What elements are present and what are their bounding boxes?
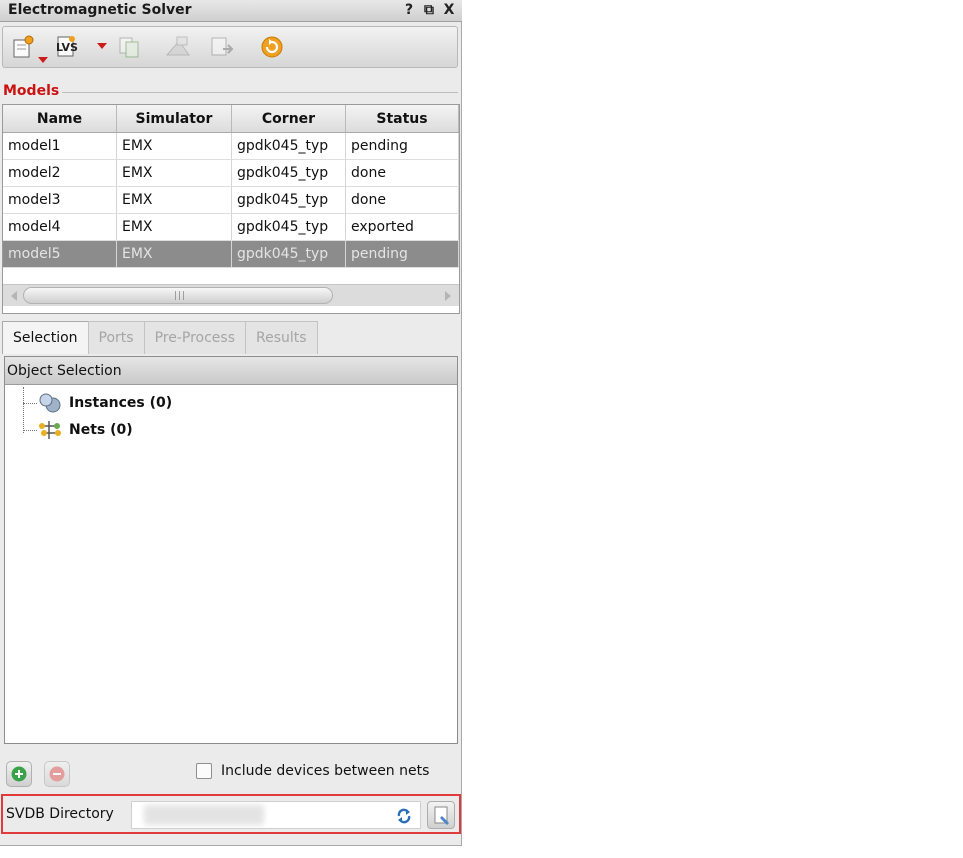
grip-icon: |||: [174, 291, 187, 301]
tree-item-instances[interactable]: Instances (0): [37, 390, 172, 416]
table-row[interactable]: model2 EMX gpdk045_typ done: [3, 160, 459, 187]
lvs-button[interactable]: LVS: [53, 35, 79, 59]
help-button[interactable]: ?: [400, 1, 418, 19]
tree-item-nets[interactable]: Nets (0): [37, 417, 133, 443]
refresh-icon: [261, 36, 283, 58]
title-bar: Electromagnetic Solver ? ⧉ X: [0, 0, 462, 22]
tab-results[interactable]: Results: [245, 321, 318, 354]
column-header-status[interactable]: Status: [346, 105, 459, 132]
restore-button[interactable]: ⧉: [420, 1, 438, 19]
remove-icon: [49, 766, 65, 782]
models-table-header: Name Simulator Corner Status: [3, 105, 459, 133]
close-button[interactable]: X: [440, 1, 458, 19]
copy-model-icon: [119, 37, 139, 58]
table-row[interactable]: model1 EMX gpdk045_typ pending: [3, 133, 459, 160]
horizontal-scrollbar[interactable]: |||: [3, 284, 459, 306]
tab-pre-process[interactable]: Pre-Process: [143, 321, 247, 354]
tree-connector: [23, 403, 37, 404]
cell-status: pending: [346, 241, 459, 267]
cell-name: model2: [3, 160, 117, 186]
cell-name: model5: [3, 241, 117, 267]
svdb-directory-value: [144, 805, 264, 825]
models-section-label: Models: [3, 83, 62, 99]
cell-name: model1: [3, 133, 117, 159]
svdb-directory-label: SVDB Directory: [6, 806, 114, 822]
scroll-right-icon[interactable]: [440, 288, 456, 304]
column-header-simulator[interactable]: Simulator: [117, 105, 232, 132]
cell-corner: gpdk045_typ: [232, 160, 346, 186]
add-button[interactable]: [6, 761, 32, 787]
object-selection-tree: Object Selection Instances (0) Nets (0): [4, 356, 458, 744]
table-row-selected[interactable]: model5 EMX gpdk045_typ pending: [3, 241, 459, 268]
cell-corner: gpdk045_typ: [232, 241, 346, 267]
cell-status: done: [346, 187, 459, 213]
tab-ports[interactable]: Ports: [87, 321, 145, 354]
lvs-text: LVS: [56, 41, 78, 54]
cell-corner: gpdk045_typ: [232, 133, 346, 159]
cell-status: exported: [346, 214, 459, 240]
cell-simulator: EMX: [117, 214, 232, 240]
models-table-body: model1 EMX gpdk045_typ pending model2 EM…: [3, 133, 459, 268]
window-title: Electromagnetic Solver: [8, 2, 192, 18]
tree-connector: [23, 430, 37, 431]
tab-selection[interactable]: Selection: [2, 321, 89, 354]
include-devices-option[interactable]: Include devices between nets: [196, 763, 429, 779]
svdb-directory-row: SVDB Directory: [1, 794, 461, 834]
tab-bar: Selection Ports Pre-Process Results: [2, 321, 318, 354]
nets-icon: [39, 421, 61, 439]
cell-name: model4: [3, 214, 117, 240]
lvs-dropdown-caret[interactable]: [97, 43, 107, 49]
new-model-button[interactable]: [11, 35, 37, 59]
export-button[interactable]: [209, 35, 235, 59]
tree-item-label: Nets (0): [69, 422, 133, 438]
simulate-button[interactable]: [165, 35, 191, 59]
table-row[interactable]: model4 EMX gpdk045_typ exported: [3, 214, 459, 241]
simulate-icon: [165, 36, 190, 56]
tree-header: Object Selection: [5, 357, 457, 385]
electromagnetic-solver-panel: Electromagnetic Solver ? ⧉ X LVS Models …: [0, 0, 462, 846]
new-model-dropdown-caret[interactable]: [38, 57, 48, 63]
new-model-icon: [13, 35, 34, 58]
cell-corner: gpdk045_typ: [232, 214, 346, 240]
toolbar: LVS: [2, 26, 458, 68]
remove-button[interactable]: [44, 761, 70, 787]
svdb-directory-input[interactable]: [131, 801, 421, 829]
table-row[interactable]: model3 EMX gpdk045_typ done: [3, 187, 459, 214]
models-divider: [62, 92, 458, 93]
refresh-icon[interactable]: [394, 806, 414, 826]
column-header-corner[interactable]: Corner: [232, 105, 346, 132]
refresh-button[interactable]: [259, 35, 285, 59]
add-icon: [11, 766, 27, 782]
browse-icon: [434, 806, 449, 825]
export-icon: [211, 37, 234, 56]
cell-simulator: EMX: [117, 160, 232, 186]
scrollbar-thumb[interactable]: |||: [23, 287, 333, 304]
cell-status: done: [346, 160, 459, 186]
instances-icon: [39, 393, 61, 413]
scroll-left-icon[interactable]: [6, 288, 22, 304]
cell-name: model3: [3, 187, 117, 213]
tree-item-label: Instances (0): [69, 395, 173, 411]
tree-connector: [23, 387, 24, 433]
cell-simulator: EMX: [117, 133, 232, 159]
cell-simulator: EMX: [117, 241, 232, 267]
copy-model-button[interactable]: [117, 35, 143, 59]
cell-status: pending: [346, 133, 459, 159]
models-table: Name Simulator Corner Status model1 EMX …: [2, 104, 460, 314]
cell-simulator: EMX: [117, 187, 232, 213]
browse-button[interactable]: [427, 801, 455, 829]
column-header-name[interactable]: Name: [3, 105, 117, 132]
cell-corner: gpdk045_typ: [232, 187, 346, 213]
include-devices-label: Include devices between nets: [221, 763, 430, 779]
include-devices-checkbox[interactable]: [196, 763, 212, 779]
